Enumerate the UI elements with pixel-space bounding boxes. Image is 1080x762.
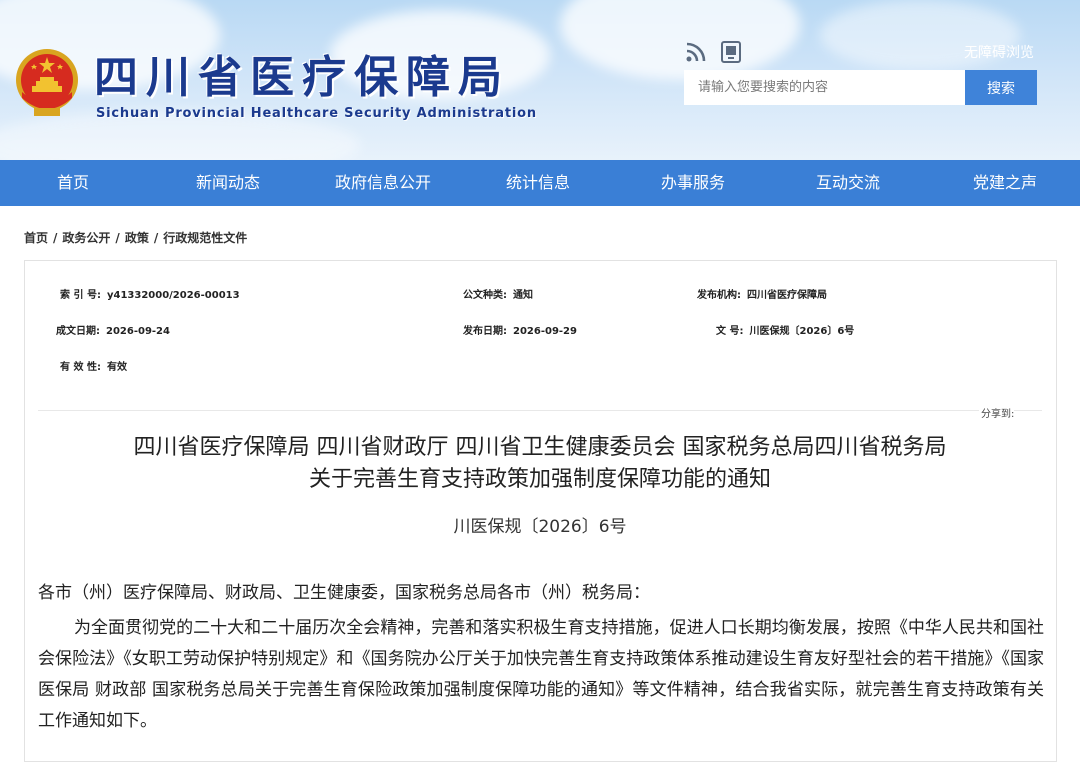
article-salutation: 各市（州）医疗保障局、财政局、卫生健康委，国家税务总局各市（州）税务局： <box>38 583 650 603</box>
breadcrumb-normative-docs[interactable]: 行政规范性文件 <box>163 231 247 245</box>
meta-index-value: y41332000/2026-00013 <box>106 290 240 301</box>
meta-validity: 有 效 性: 有效 <box>60 358 127 373</box>
search-input[interactable] <box>684 70 965 105</box>
breadcrumb-home[interactable]: 首页 <box>24 231 48 245</box>
meta-doc-no-label: 文 号: <box>716 326 744 337</box>
nav-item-interaction[interactable]: 互动交流 <box>766 160 930 206</box>
article-title-line1: 四川省医疗保障局 四川省财政厅 四川省卫生健康委员会 国家税务总局四川省税务局 <box>133 435 947 460</box>
meta-issuer-label: 发布机构: <box>697 290 741 301</box>
meta-doc-type: 公文种类: 通知 <box>463 286 533 301</box>
site-subtitle: Sichuan Provincial Healthcare Security A… <box>96 106 537 121</box>
nav-item-news[interactable]: 新闻动态 <box>146 160 310 206</box>
search-button[interactable]: 搜索 <box>965 70 1037 105</box>
nav-item-services[interactable]: 办事服务 <box>620 160 766 206</box>
article-doc-number: 川医保规〔2026〕6号 <box>453 517 627 537</box>
nav-item-party[interactable]: 党建之声 <box>930 160 1080 206</box>
share-label: 分享到: <box>979 405 1015 420</box>
nav-item-home[interactable]: 首页 <box>0 160 146 206</box>
meta-created: 成文日期: 2026-09-24 <box>56 322 170 337</box>
site-header: 四川省医疗保障局 Sichuan Provincial Healthcare S… <box>0 0 1080 160</box>
article-title: 四川省医疗保障局 四川省财政厅 四川省卫生健康委员会 国家税务总局四川省税务局 … <box>0 432 1080 496</box>
meta-published-value: 2026-09-29 <box>513 326 577 337</box>
meta-doc-type-value: 通知 <box>513 290 533 301</box>
article-paragraph: 为全面贯彻党的二十大和二十届历次全会精神，完善和落实积极生育支持措施，促进人口长… <box>38 618 1044 731</box>
meta-doc-no-value: 川医保规〔2026〕6号 <box>749 326 855 337</box>
accessible-browse-link[interactable]: 无障碍浏览 <box>964 42 1034 62</box>
breadcrumb-separator: / <box>53 231 58 245</box>
meta-created-value: 2026-09-24 <box>106 326 170 337</box>
meta-published: 发布日期: 2026-09-29 <box>463 322 577 337</box>
breadcrumb: 首页 / 政务公开 / 政策 / 行政规范性文件 <box>24 229 247 246</box>
rss-icon[interactable] <box>684 40 708 64</box>
meta-issuer: 发布机构: 四川省医疗保障局 <box>697 286 827 301</box>
national-emblem-icon <box>16 49 78 116</box>
nav-item-gov-info[interactable]: 政府信息公开 <box>310 160 456 206</box>
article-title-line2: 关于完善生育支持政策加强制度保障功能的通知 <box>308 467 771 492</box>
meta-validity-label: 有 效 性: <box>60 362 101 373</box>
meta-index: 索 引 号: y41332000/2026-00013 <box>60 286 240 301</box>
main-nav: 首页 新闻动态 政府信息公开 统计信息 办事服务 互动交流 党建之声 <box>0 160 1080 206</box>
header-cloud <box>560 0 800 80</box>
breadcrumb-separator: / <box>153 231 159 245</box>
meta-validity-value: 有效 <box>106 362 127 373</box>
breadcrumb-separator: / <box>115 231 120 245</box>
meta-created-label: 成文日期: <box>56 326 100 337</box>
site-title: 四川省医疗保障局 <box>94 52 510 103</box>
meta-published-label: 发布日期: <box>463 326 507 337</box>
meta-issuer-value: 四川省医疗保障局 <box>747 290 827 301</box>
meta-divider <box>38 410 1042 411</box>
meta-index-label: 索 引 号: <box>60 290 101 301</box>
meta-doc-type-label: 公文种类: <box>463 290 507 301</box>
breadcrumb-policy[interactable]: 政策 <box>125 231 149 245</box>
nav-item-statistics[interactable]: 统计信息 <box>456 160 620 206</box>
meta-doc-no: 文 号: 川医保规〔2026〕6号 <box>716 322 854 337</box>
mobile-site-icon[interactable] <box>719 40 743 64</box>
breadcrumb-gov-affairs[interactable]: 政务公开 <box>62 231 110 245</box>
